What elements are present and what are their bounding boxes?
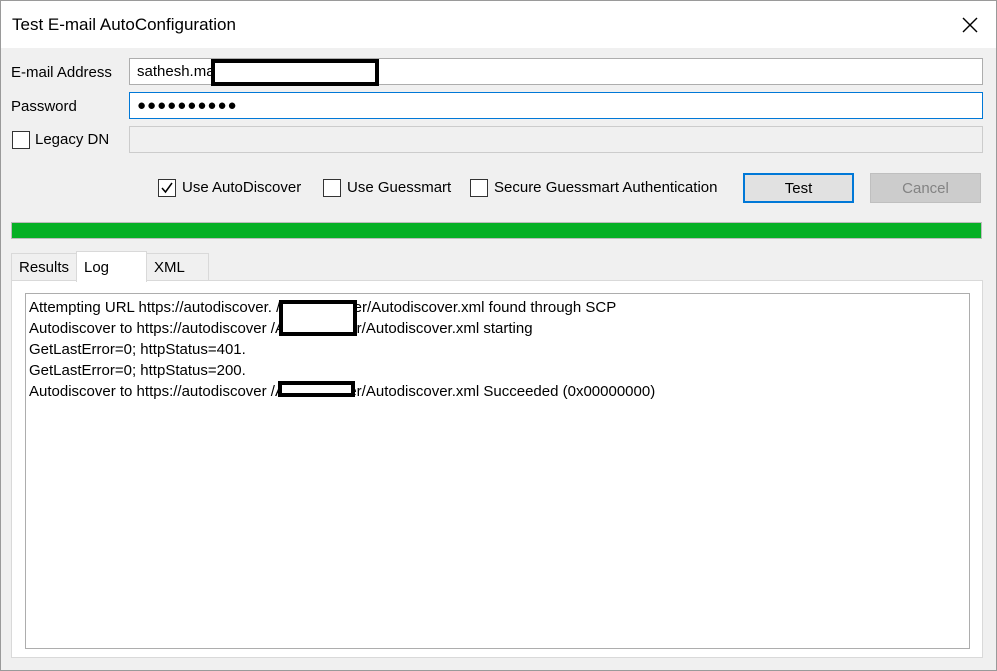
test-button[interactable]: Test	[743, 173, 854, 203]
log-line: Autodiscover to https://autodiscover /Au…	[29, 383, 656, 400]
tab-results-label: Results	[19, 258, 70, 276]
log-tab-panel: Attempting URL https://autodiscover. /Au…	[11, 280, 983, 658]
password-value: ●●●●●●●●●●	[137, 97, 238, 114]
use-guessmart-checkbox[interactable]	[323, 179, 341, 197]
legacy-dn-label: Legacy DN	[35, 131, 110, 148]
secure-guessmart-checkbox[interactable]	[470, 179, 488, 197]
progress-fill	[12, 223, 981, 238]
secure-guessmart-label: Secure Guessmart Authentication	[494, 179, 718, 196]
tab-xml-label: XML	[154, 258, 185, 276]
checkmark-icon	[161, 182, 173, 194]
close-icon	[962, 17, 978, 33]
email-label: E-mail Address	[11, 64, 112, 81]
use-guessmart-label: Use Guessmart	[347, 179, 452, 196]
log-line: Attempting URL https://autodiscover. /Au…	[29, 299, 617, 316]
log-line: GetLastError=0; httpStatus=401.	[29, 341, 246, 358]
tab-log[interactable]: Log	[76, 251, 147, 282]
redaction-box	[278, 381, 355, 397]
log-textarea[interactable]: Attempting URL https://autodiscover. /Au…	[25, 293, 970, 649]
email-value: sathesh.ma	[137, 63, 215, 80]
use-autodiscover-checkbox[interactable]	[158, 179, 176, 197]
cancel-button-label: Cancel	[902, 179, 949, 197]
autoconfig-dialog: Test E-mail AutoConfiguration E-mail Add…	[0, 0, 997, 671]
progress-bar	[11, 222, 982, 239]
window-title: Test E-mail AutoConfiguration	[12, 15, 236, 34]
tab-results[interactable]: Results	[11, 253, 77, 280]
password-field[interactable]: ●●●●●●●●●●	[129, 92, 983, 119]
password-label: Password	[11, 98, 77, 115]
legacy-dn-checkbox[interactable]	[12, 131, 30, 149]
test-button-label: Test	[784, 179, 813, 197]
cancel-button: Cancel	[870, 173, 981, 203]
log-line: Autodiscover to https://autodiscover /Au…	[29, 320, 533, 337]
legacy-dn-field	[129, 126, 983, 153]
redaction-box	[279, 300, 357, 336]
tab-xml[interactable]: XML	[146, 253, 209, 280]
redaction-box	[211, 59, 379, 86]
tab-log-label: Log	[84, 258, 110, 276]
title-bar[interactable]: Test E-mail AutoConfiguration	[1, 1, 996, 48]
log-line: GetLastError=0; httpStatus=200.	[29, 362, 246, 379]
close-button[interactable]	[952, 7, 988, 43]
use-autodiscover-label: Use AutoDiscover	[182, 179, 302, 196]
